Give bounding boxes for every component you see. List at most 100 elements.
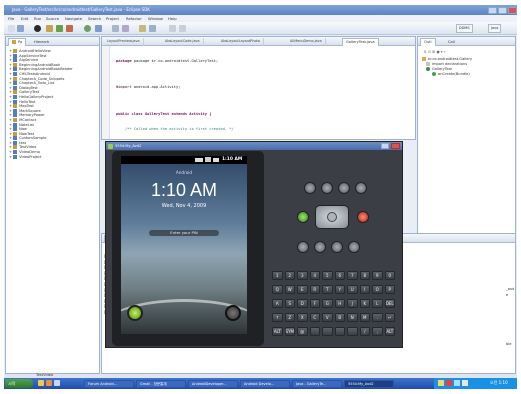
keyboard-key[interactable]: Y — [334, 285, 345, 294]
keyboard-key[interactable] — [347, 327, 358, 336]
taskbar-item[interactable]: AndroidDeveloper... — [188, 379, 238, 388]
keyboard-key[interactable]: DEL — [384, 299, 395, 308]
editor-tab[interactable]: AbsLayoutCode.java — [162, 38, 204, 46]
new-class-icon[interactable] — [112, 25, 119, 32]
keyboard-key[interactable]: SYM — [284, 327, 295, 336]
keyboard-key[interactable]: X — [297, 313, 308, 322]
editor-tab[interactable]: LayoutPreview.java — [104, 38, 144, 46]
forward-arrow-icon[interactable] — [179, 25, 186, 32]
keyboard-key[interactable] — [322, 327, 333, 336]
back-icon[interactable] — [331, 241, 343, 253]
unlock-icon[interactable] — [127, 305, 143, 321]
save-icon[interactable] — [17, 25, 24, 32]
keyboard-key[interactable]: @ — [297, 327, 308, 336]
home-icon[interactable] — [297, 241, 309, 253]
menu-project[interactable]: Project — [106, 16, 119, 21]
keyboard-key[interactable]: Z — [284, 313, 295, 322]
keyboard-key[interactable]: / — [359, 327, 370, 336]
keyboard-key[interactable]: S — [284, 299, 295, 308]
menu-edit[interactable]: Edit — [21, 16, 28, 21]
keyboard-key[interactable]: B — [334, 313, 345, 322]
outline-item[interactable]: onCreate(Bundle) — [432, 72, 470, 77]
external-tools-icon[interactable] — [95, 25, 102, 32]
menu-search[interactable]: Search — [88, 16, 101, 21]
keyboard-key[interactable]: ↵ — [384, 313, 395, 322]
menu-help[interactable]: Help — [168, 16, 177, 21]
keyboard-key[interactable]: G — [322, 299, 333, 308]
new-icon[interactable] — [8, 25, 15, 32]
keyboard-key[interactable]: L — [372, 299, 383, 308]
keyboard-key[interactable]: . — [372, 313, 383, 322]
tray-antivirus-icon[interactable] — [446, 380, 452, 386]
tray-volume-icon[interactable] — [462, 380, 468, 386]
keyboard-key[interactable]: R — [309, 285, 320, 294]
outline-item[interactable]: import declarations — [426, 62, 467, 67]
taskbar-item-active[interactable]: 5554:My_Avd2 — [344, 379, 394, 388]
maximize-icon[interactable] — [498, 6, 507, 14]
keyboard-key[interactable]: 9 — [372, 271, 383, 280]
keyboard-key[interactable]: 7 — [347, 271, 358, 280]
perspective-ddms[interactable]: DDMS — [456, 24, 473, 33]
perspective-java[interactable]: Java — [488, 24, 502, 33]
taskbar-item[interactable]: Forum Android... — [84, 379, 134, 388]
tab-hierarchy[interactable]: Hierarch — [30, 38, 53, 46]
volume-up-icon[interactable] — [321, 182, 333, 194]
keyboard-key[interactable]: 6 — [334, 271, 345, 280]
keyboard-key[interactable]: ALT — [384, 327, 395, 336]
keyboard-key[interactable]: Q — [272, 285, 283, 294]
tray-ime-icon[interactable] — [438, 380, 444, 386]
emulator-minimize-icon[interactable] — [381, 143, 389, 149]
keyboard-key[interactable] — [309, 327, 320, 336]
keyboard-key[interactable]: D — [297, 299, 308, 308]
editor-tab[interactable]: AllMenuDemo.java — [287, 38, 326, 46]
keyboard-key[interactable]: F — [309, 299, 320, 308]
volume-down-icon[interactable] — [304, 182, 316, 194]
window-titlebar[interactable]: Java - GalleryTest/src/kr/co/androidtest… — [4, 5, 517, 15]
outline-item[interactable]: GalleryTest — [426, 67, 452, 72]
tab-call-hierarchy[interactable]: Call — [444, 38, 459, 46]
keyboard-key[interactable]: , — [372, 327, 383, 336]
keyboard-key[interactable]: P — [384, 285, 395, 294]
menu-file[interactable]: File — [8, 16, 14, 21]
camera-icon[interactable] — [338, 182, 350, 194]
keyboard-key[interactable]: T — [322, 285, 333, 294]
keyboard-key[interactable]: C — [309, 313, 320, 322]
keyboard-key[interactable]: ↑ — [272, 313, 283, 322]
keyboard-key[interactable]: W — [284, 285, 295, 294]
menu-source[interactable]: Source — [46, 16, 59, 21]
keyboard-key[interactable]: E — [297, 285, 308, 294]
open-type-icon[interactable] — [122, 25, 129, 32]
emulator-close-icon[interactable] — [391, 143, 400, 149]
taskbar-item[interactable]: Java - GalleryTe... — [292, 379, 342, 388]
run-green-icon[interactable] — [84, 25, 91, 32]
keyboard-key[interactable]: 8 — [359, 271, 370, 280]
quicklaunch-desktop-icon[interactable] — [54, 380, 60, 386]
tab-package-explorer[interactable]: Pa — [8, 38, 27, 46]
menu-navigate[interactable]: Navigate — [65, 16, 82, 21]
editor-tab[interactable]: AbsLayoutLayoutPhoto — [218, 38, 264, 46]
menu-refactor[interactable]: Refactor — [126, 16, 142, 21]
build-icon[interactable] — [46, 25, 53, 32]
keyboard-key[interactable]: M — [359, 313, 370, 322]
power-icon[interactable] — [355, 182, 367, 194]
keyboard-key[interactable]: I — [359, 285, 370, 294]
start-button[interactable]: 시작 — [5, 379, 33, 388]
keyboard-key[interactable]: K — [359, 299, 370, 308]
keyboard-key[interactable]: A — [272, 299, 283, 308]
sound-toggle-icon[interactable] — [225, 305, 241, 321]
emulator-titlebar[interactable]: 5554:My_Avd2 — [106, 142, 402, 150]
call-icon[interactable] — [297, 211, 309, 223]
keyboard-key[interactable]: 2 — [284, 271, 295, 280]
tab-outline[interactable]: Outl — [420, 38, 436, 46]
taskbar-item[interactable]: Gmail - 방문통계 — [136, 379, 186, 388]
project-tree-item[interactable]: + VideoProject — [9, 154, 99, 160]
outline-item[interactable]: kr.co.androidtest.Gallery — [422, 57, 472, 62]
keyboard-key[interactable]: O — [372, 285, 383, 294]
menu-run[interactable]: Run — [34, 16, 41, 21]
back-arrow-icon[interactable] — [169, 25, 176, 32]
keyboard-key[interactable]: N — [347, 313, 358, 322]
run-icon[interactable] — [56, 25, 63, 32]
keyboard-key[interactable]: H — [334, 299, 345, 308]
keyboard-key[interactable]: 5 — [322, 271, 333, 280]
quicklaunch-firefox-icon[interactable] — [46, 380, 52, 386]
